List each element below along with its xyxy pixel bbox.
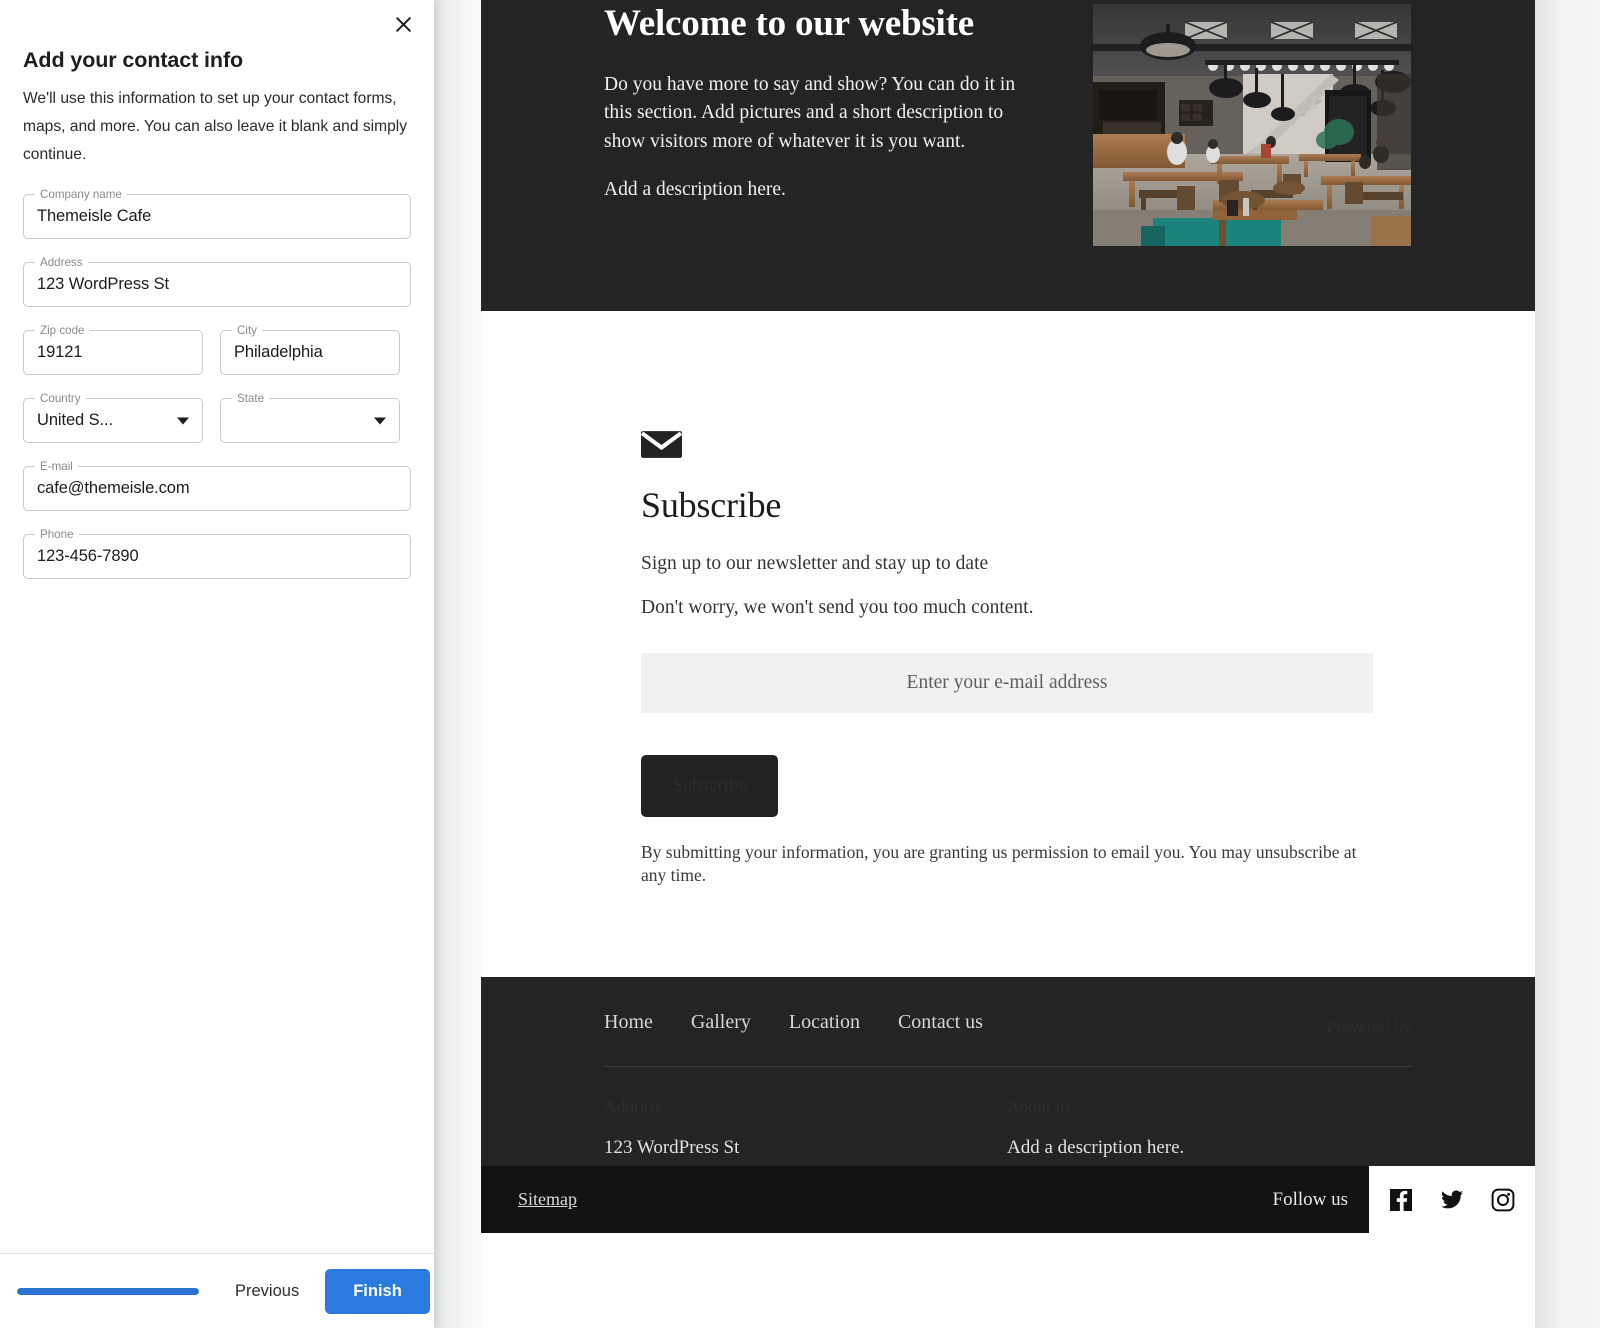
cafe-interior-photo xyxy=(1093,4,1411,246)
social-links xyxy=(1369,1166,1535,1233)
field-address[interactable]: Address 123 WordPress St xyxy=(23,262,411,307)
footer-address-heading: Address xyxy=(604,1097,1007,1117)
field-email[interactable]: E-mail cafe@themeisle.com xyxy=(23,466,411,511)
footer-link-home[interactable]: Home xyxy=(604,1011,653,1034)
page-title: Add your contact info xyxy=(23,48,411,73)
page-right-edge xyxy=(1535,0,1600,1328)
page-description: We'll use this information to set up you… xyxy=(23,85,411,168)
hero-text: Welcome to our website Do you have more … xyxy=(604,0,1044,205)
finish-button[interactable]: Finish xyxy=(325,1269,430,1314)
hero-heading: Welcome to our website xyxy=(604,4,1044,45)
field-country[interactable]: Country United S... xyxy=(23,398,203,443)
chevron-down-icon xyxy=(177,417,189,424)
panel-gutter xyxy=(434,0,481,1328)
site-footer: Home Gallery Location Contact us Powered… xyxy=(481,977,1535,1233)
hero-section: Welcome to our website Do you have more … xyxy=(481,0,1535,311)
subscribe-submit-button[interactable]: Subscribe xyxy=(641,755,778,817)
screen-root: Add your contact info We'll use this inf… xyxy=(0,0,1600,1328)
country-label: Country xyxy=(35,392,86,405)
country-select[interactable]: Country United S... xyxy=(23,398,203,443)
close-icon-glyph xyxy=(394,15,413,34)
hero-image xyxy=(1093,4,1411,246)
footer-about-body: Add a description here. xyxy=(1007,1134,1410,1162)
close-icon[interactable] xyxy=(386,7,420,41)
facebook-icon[interactable] xyxy=(1389,1188,1413,1212)
follow-us-label: Follow us xyxy=(1273,1189,1370,1211)
footer-about-heading: About us xyxy=(1007,1097,1410,1117)
company-name-value: Themeisle Cafe xyxy=(37,207,151,226)
footer-link-contact-us[interactable]: Contact us xyxy=(898,1011,983,1034)
field-company-name[interactable]: Company name Themeisle Cafe xyxy=(23,194,411,239)
website-preview: Welcome to our website Do you have more … xyxy=(481,0,1535,1328)
subscribe-fineprint: By submitting your information, you are … xyxy=(641,841,1363,887)
envelope-icon xyxy=(641,429,682,460)
sitemap-link[interactable]: Sitemap xyxy=(518,1189,577,1210)
field-city[interactable]: City Philadelphia xyxy=(220,330,400,375)
zip-code-input[interactable]: Zip code 19121 xyxy=(23,330,203,375)
email-label: E-mail xyxy=(35,460,78,473)
address-label: Address xyxy=(35,256,88,269)
zip-city-row: Zip code 19121 City Philadelphia xyxy=(23,330,411,398)
country-value: United S... xyxy=(37,411,113,430)
progress-bar-fill xyxy=(17,1288,199,1295)
company-name-label: Company name xyxy=(35,188,127,201)
country-state-row: Country United S... State xyxy=(23,398,411,466)
subscribe-section: Subscribe Sign up to our newsletter and … xyxy=(481,311,1535,977)
progress-bar xyxy=(17,1288,199,1295)
footer-link-gallery[interactable]: Gallery xyxy=(691,1011,751,1034)
contact-info-wizard-panel: Add your contact info We'll use this inf… xyxy=(0,0,434,1328)
phone-value: 123-456-7890 xyxy=(37,547,139,566)
footer-bottom-bar: Sitemap Follow us xyxy=(481,1166,1535,1233)
email-value: cafe@themeisle.com xyxy=(37,479,190,498)
city-label: City xyxy=(232,324,262,337)
subscribe-heading: Subscribe xyxy=(641,484,1535,526)
company-name-input[interactable]: Company name Themeisle Cafe xyxy=(23,194,411,239)
address-input[interactable]: Address 123 WordPress St xyxy=(23,262,411,307)
footer-link-location[interactable]: Location xyxy=(789,1011,860,1034)
state-label: State xyxy=(232,392,269,405)
chevron-down-icon xyxy=(374,417,386,424)
instagram-icon[interactable] xyxy=(1491,1188,1515,1212)
hero-paragraph: Do you have more to say and show? You ca… xyxy=(604,71,1044,156)
footer-powered-by: Powered by xyxy=(1327,1017,1412,1038)
zip-code-value: 19121 xyxy=(37,343,82,362)
subscribe-email-input[interactable]: Enter your e-mail address xyxy=(641,653,1373,713)
phone-input[interactable]: Phone 123-456-7890 xyxy=(23,534,411,579)
wizard-body: Add your contact info We'll use this inf… xyxy=(0,0,434,579)
previous-button[interactable]: Previous xyxy=(221,1272,313,1311)
field-zip-code[interactable]: Zip code 19121 xyxy=(23,330,203,375)
state-select[interactable]: State xyxy=(220,398,400,443)
email-input[interactable]: E-mail cafe@themeisle.com xyxy=(23,466,411,511)
wizard-footer: Previous Finish xyxy=(0,1253,434,1328)
footer-divider xyxy=(604,1066,1412,1067)
field-phone[interactable]: Phone 123-456-7890 xyxy=(23,534,411,579)
twitter-icon[interactable] xyxy=(1440,1188,1464,1212)
address-value: 123 WordPress St xyxy=(37,275,169,294)
subscribe-note: Don't worry, we won't send you too much … xyxy=(641,597,1535,619)
phone-label: Phone xyxy=(35,528,79,541)
zip-code-label: Zip code xyxy=(35,324,89,337)
hero-description: Add a description here. xyxy=(604,176,1044,204)
subscribe-lead: Sign up to our newsletter and stay up to… xyxy=(641,553,1535,575)
city-input[interactable]: City Philadelphia xyxy=(220,330,400,375)
city-value: Philadelphia xyxy=(234,343,323,362)
field-state[interactable]: State xyxy=(220,398,400,443)
